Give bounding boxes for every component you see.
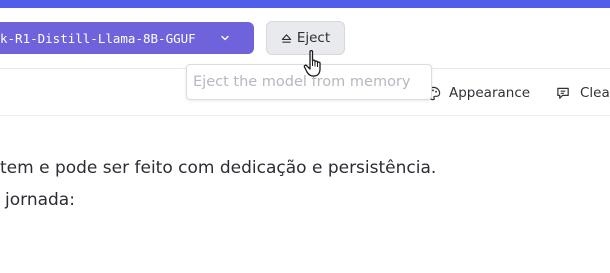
clear-label: Clea <box>580 85 610 101</box>
message-line: jornada: <box>5 190 75 210</box>
clear-chat-button[interactable]: Clea <box>556 80 610 106</box>
eject-label: Eject <box>296 30 331 46</box>
model-selector[interactable]: k-R1-Distill-Llama-8B-GGUF <box>0 22 254 54</box>
clear-chat-icon <box>557 87 569 99</box>
message-line: tem e pode ser feito com dedicação e per… <box>0 158 437 178</box>
model-name: k-R1-Distill-Llama-8B-GGUF <box>0 30 196 46</box>
subbar-divider <box>0 115 610 116</box>
top-accent-bar <box>0 0 610 8</box>
appearance-button[interactable]: Appearance <box>426 80 530 106</box>
appearance-label: Appearance <box>449 85 531 101</box>
chat-message: tem e pode ser feito com dedicação e per… <box>0 152 610 216</box>
chevron-down-icon <box>221 35 229 41</box>
hand-pointer-icon <box>303 49 321 77</box>
eject-icon <box>281 33 292 43</box>
